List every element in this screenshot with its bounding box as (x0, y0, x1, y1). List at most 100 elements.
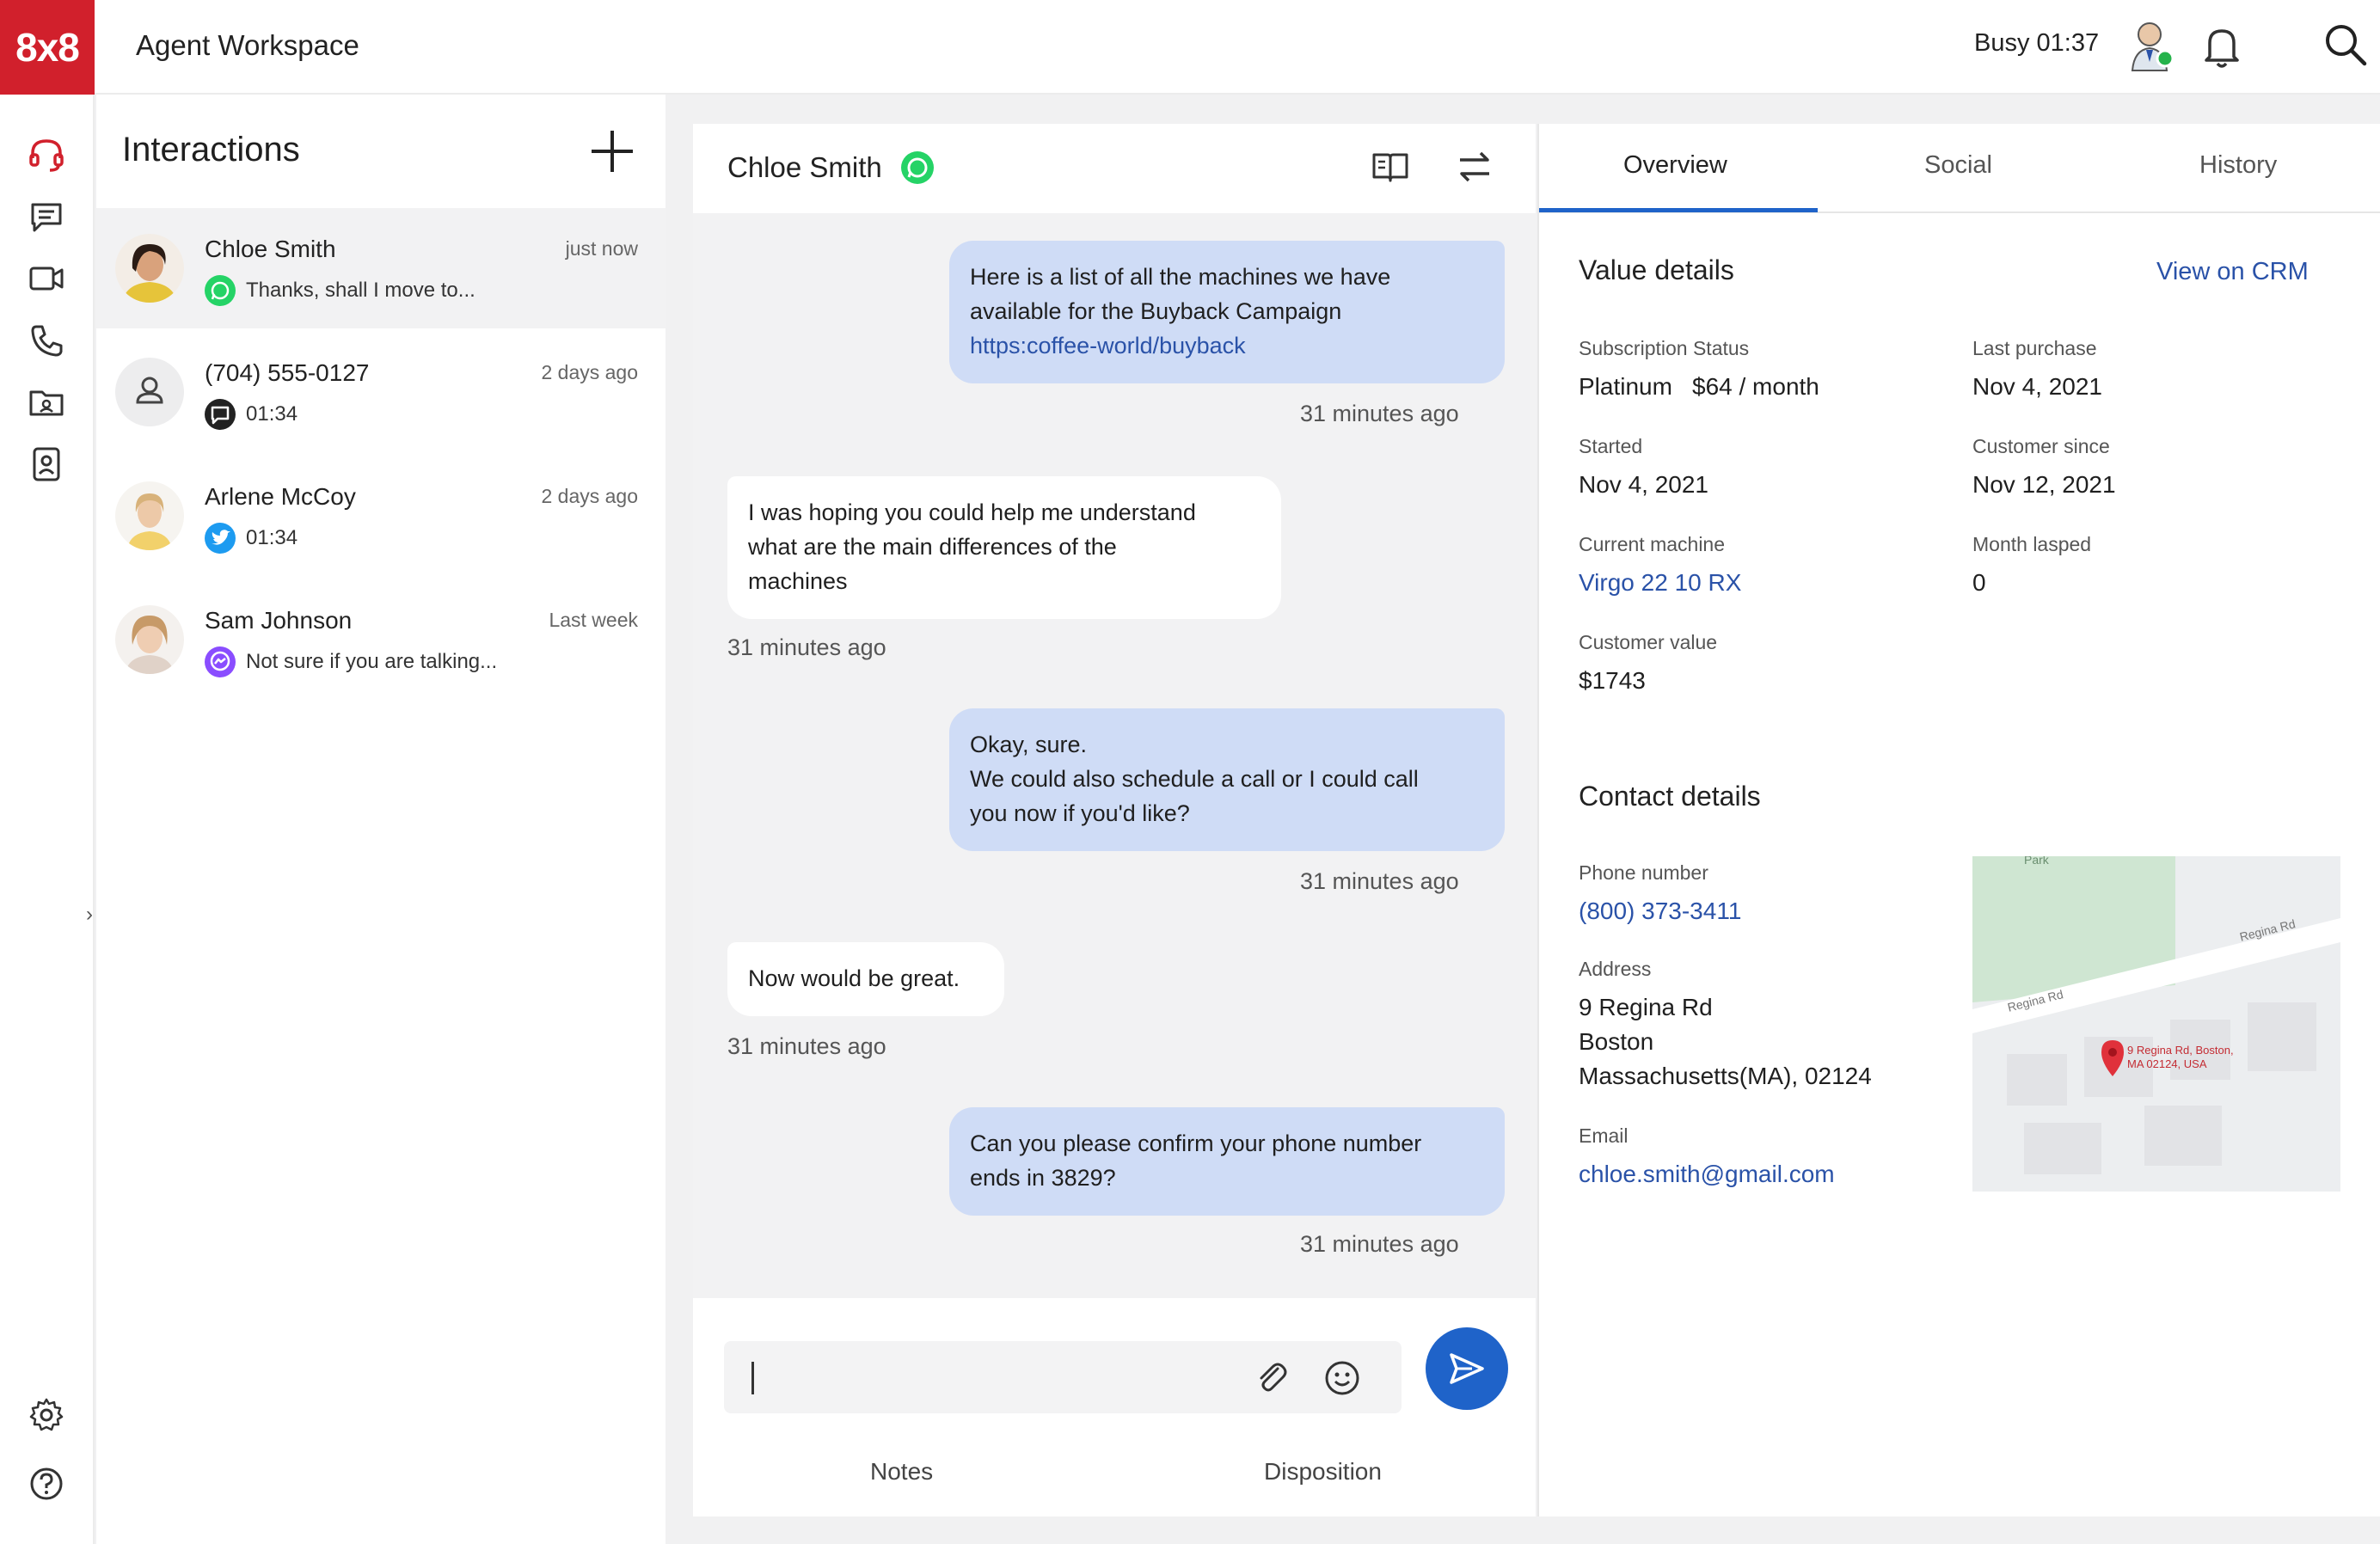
interaction-name: Sam Johnson (205, 607, 353, 634)
interaction-preview: Thanks, shall I move to... (246, 279, 475, 302)
message-line: what are the main differences of the (748, 534, 1117, 560)
interactions-title: Interactions (122, 131, 300, 168)
message-line: I was hoping you could help me understan… (748, 499, 1196, 525)
email-label: Email (1579, 1124, 1629, 1147)
customer-value-label: Customer value (1579, 631, 1718, 653)
interaction-duration: 01:34 (246, 402, 298, 426)
emoji-icon[interactable] (1322, 1358, 1362, 1398)
month-lapsed-label: Month lasped (1972, 533, 2092, 555)
add-interaction-button[interactable] (585, 124, 640, 179)
messenger-icon (205, 646, 236, 677)
interaction-name: (704) 555-0127 (205, 359, 370, 386)
incoming-message: Now would be great. (727, 942, 1004, 1016)
top-bar: 8x8 Agent Workspace Busy 01:37 (0, 0, 2380, 95)
brand-logo[interactable]: 8x8 (0, 0, 95, 95)
interaction-time: 2 days ago (541, 485, 638, 507)
interaction-time: Last week (549, 609, 638, 631)
chat-header: Chloe Smith (693, 124, 1536, 213)
interaction-item[interactable]: Sam Johnson Last week Not sure if you ar… (96, 579, 666, 700)
outgoing-message: Here is a list of all the machines we ha… (949, 241, 1505, 383)
message-time: 31 minutes ago (727, 1033, 886, 1059)
message-line: machines (748, 568, 848, 594)
address-label: Address (1579, 958, 1652, 980)
message-input[interactable] (724, 1341, 1402, 1413)
avatar (115, 481, 184, 550)
transfer-icon[interactable] (1455, 150, 1494, 184)
chat-panel: Chloe Smith Here is a list of all the ma… (693, 124, 1536, 1516)
customer-value-value: $1743 (1579, 667, 1646, 694)
phone-number-link[interactable]: (800) 373-3411 (1579, 894, 1741, 928)
address-line: Massachusetts(MA), 02124 (1579, 1063, 1872, 1089)
map-pin-label: 9 Regina Rd, Boston, (2127, 1044, 2234, 1057)
interaction-item[interactable]: (704) 555-0127 2 days ago 01:34 (96, 332, 666, 452)
interaction-time: 2 days ago (541, 361, 638, 383)
paperclip-icon[interactable] (1252, 1358, 1291, 1398)
tab-notes[interactable]: Notes (870, 1458, 933, 1486)
active-tab-indicator (1539, 208, 1818, 212)
message-line: Here is a list of all the machines we ha… (970, 264, 1391, 290)
message-time: 31 minutes ago (727, 634, 886, 660)
message-line: you now if you'd like? (970, 800, 1190, 826)
subscription-status-label: Subscription Status (1579, 337, 1750, 359)
contacts-icon[interactable] (26, 444, 67, 485)
interaction-preview: Not sure if you are talking... (246, 650, 498, 673)
chat-icon[interactable] (26, 196, 67, 237)
interaction-item[interactable]: Arlene McCoy 2 days ago 01:34 (96, 456, 666, 576)
value-details-title: Value details (1579, 254, 1734, 285)
help-icon[interactable] (26, 1463, 67, 1504)
interaction-duration: 01:34 (246, 526, 298, 549)
phone-number-label: Phone number (1579, 861, 1708, 884)
started-value: Nov 4, 2021 (1579, 471, 1708, 498)
phone-icon[interactable] (26, 320, 67, 361)
interaction-name: Chloe Smith (205, 236, 336, 262)
bell-icon[interactable] (2201, 24, 2242, 69)
twitter-icon (205, 523, 236, 554)
folder-icon[interactable] (26, 382, 67, 423)
send-button[interactable] (1426, 1327, 1508, 1410)
collapse-toggle-icon[interactable]: › (86, 903, 93, 927)
user-placeholder-icon (115, 358, 184, 426)
started-label: Started (1579, 435, 1643, 457)
message-time: 31 minutes ago (1300, 868, 1459, 894)
video-icon[interactable] (26, 258, 67, 299)
incoming-message: I was hoping you could help me understan… (727, 476, 1281, 619)
contact-details-title: Contact details (1579, 781, 1761, 812)
interactions-panel: Interactions Chloe Smith just now Thanks… (96, 95, 666, 1544)
message-line: ends in 3829? (970, 1165, 1116, 1191)
message-time: 31 minutes ago (1300, 1231, 1459, 1257)
chat-contact-name: Chloe Smith (727, 151, 882, 183)
message-composer: Notes Disposition (693, 1298, 1536, 1516)
message-line: Now would be great. (748, 965, 960, 991)
outgoing-message: Okay, sure. We could also schedule a cal… (949, 708, 1505, 851)
message-time: 31 minutes ago (1300, 401, 1459, 426)
message-line: We could also schedule a call or I could… (970, 766, 1419, 792)
interaction-item[interactable]: Chloe Smith just now Thanks, shall I mov… (96, 208, 666, 328)
sms-icon (205, 399, 236, 430)
knowledge-base-icon[interactable] (1371, 150, 1410, 184)
avatar (115, 605, 184, 674)
text-caret (751, 1362, 754, 1394)
customer-since-value: Nov 12, 2021 (1972, 471, 2116, 498)
view-on-crm-link[interactable]: View on CRM (2156, 258, 2309, 286)
agent-status[interactable]: Busy 01:37 (1974, 29, 2099, 58)
headset-icon[interactable] (26, 134, 67, 175)
tab-overview[interactable]: Overview (1623, 151, 1727, 180)
tab-disposition[interactable]: Disposition (1264, 1458, 1382, 1486)
tab-social[interactable]: Social (1924, 151, 1992, 180)
customer-since-label: Customer since (1972, 435, 2110, 457)
address-map[interactable]: Park Regina Rd Regina Rd 9 Regina Rd, Bo… (1972, 856, 2340, 1192)
tab-history[interactable]: History (2199, 151, 2277, 180)
map-park-label: Park (2024, 856, 2049, 867)
send-icon (1450, 1353, 1484, 1384)
agent-avatar-icon[interactable] (2127, 19, 2175, 72)
settings-icon[interactable] (26, 1394, 67, 1436)
last-purchase-label: Last purchase (1972, 337, 2097, 359)
subscription-price: $64 / month (1692, 373, 1819, 400)
search-icon[interactable] (2322, 21, 2370, 69)
email-link[interactable]: chloe.smith@gmail.com (1579, 1157, 1835, 1192)
current-machine-link[interactable]: Virgo 22 10 RX (1579, 566, 1741, 600)
left-nav-rail: › (0, 95, 95, 1544)
message-link[interactable]: https:coffee-world/buyback (970, 328, 1484, 363)
details-tabs: Overview Social History (1539, 124, 2380, 213)
whatsapp-icon (899, 150, 935, 186)
